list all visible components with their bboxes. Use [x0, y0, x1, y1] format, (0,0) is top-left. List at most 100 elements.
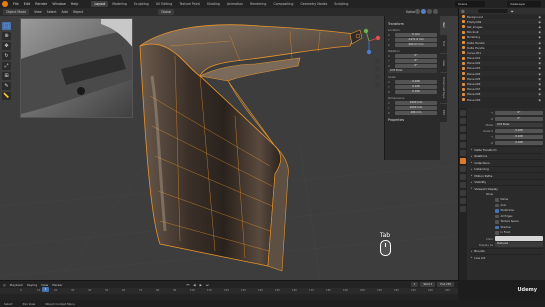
render-props-icon[interactable]	[460, 118, 466, 124]
cursor-tool-icon[interactable]: ⊕	[2, 32, 11, 40]
scale-tool-icon[interactable]: ⤢	[2, 62, 11, 70]
checkbox[interactable]	[495, 225, 499, 229]
transform-orientation-dropdown[interactable]: Global	[158, 9, 175, 15]
end-frame-field[interactable]: End 250	[437, 282, 454, 287]
checkbox[interactable]	[495, 214, 499, 218]
measure-tool-icon[interactable]: 📏	[2, 92, 11, 100]
world-props-icon[interactable]	[460, 150, 466, 156]
scale-x-prop-field[interactable]: 0.108	[495, 128, 543, 134]
rotation-x-field[interactable]: 0°	[395, 54, 437, 58]
display-as-dropdown[interactable]: Textured	[495, 242, 543, 247]
scale-z-prop-field[interactable]: 0.108	[495, 140, 543, 146]
location-y-field[interactable]: -1471.9 mm	[395, 38, 437, 42]
rotation-y-field[interactable]: 0°	[395, 59, 437, 63]
visibility-eye-icon[interactable]: ◉	[538, 30, 541, 34]
tab-tool[interactable]: Tool	[440, 35, 447, 53]
outliner-item[interactable]: Plane.009 ◉	[459, 97, 545, 102]
view-layer-props-icon[interactable]	[460, 134, 466, 140]
rotation-z-field[interactable]: 0°	[395, 64, 437, 68]
location-x-field[interactable]: 0 mm	[395, 33, 437, 37]
visibility-eye-icon[interactable]: ◉	[538, 82, 541, 86]
transform-header[interactable]: Transform	[388, 22, 437, 26]
scale-y-field[interactable]: 0.108	[395, 85, 437, 89]
visibility-eye-icon[interactable]: ◉	[538, 56, 541, 60]
visibility-eye-icon[interactable]: ◉	[538, 20, 541, 24]
solid-shading-icon[interactable]	[421, 9, 426, 14]
start-frame-field[interactable]: Start 1	[420, 282, 436, 287]
grid-view-icon[interactable]	[374, 82, 380, 88]
scale-y-prop-field[interactable]: 0.108	[495, 134, 543, 140]
visibility-eye-icon[interactable]: ◉	[538, 77, 541, 81]
line-art-section[interactable]: Line Art	[471, 254, 543, 261]
menu-window[interactable]: Window	[52, 2, 65, 6]
visibility-eye-icon[interactable]: ◉	[538, 72, 541, 76]
visibility-eye-icon[interactable]: ◉	[538, 51, 541, 55]
zoom-icon[interactable]	[374, 58, 380, 64]
scale-z-field[interactable]: 0.108	[395, 90, 437, 94]
menu-view-timeline[interactable]: View	[41, 283, 48, 287]
play-icon[interactable]: ▶	[200, 283, 202, 287]
dimensions-y-field[interactable]: 1000 mm	[395, 106, 437, 110]
tab-compositing[interactable]: Compositing	[270, 1, 296, 7]
material-props-icon[interactable]	[460, 206, 466, 212]
menu-marker[interactable]: Marker	[52, 283, 62, 287]
current-frame-marker[interactable]: 1	[42, 287, 49, 292]
timeline-ruler[interactable]: 0 10 20 30 40 50 60 70 80 90 100 110 120 130 140 150 160…	[0, 288, 458, 294]
tab-screencast-keys[interactable]: Screencast Keys	[440, 73, 447, 103]
material-shading-icon[interactable]	[427, 9, 432, 14]
menu-render[interactable]: Render	[35, 2, 47, 6]
blender-logo-icon[interactable]	[2, 1, 8, 7]
menu-select[interactable]: Select	[47, 10, 57, 14]
menu-add[interactable]: Add	[62, 10, 68, 14]
visibility-eye-icon[interactable]: ◉	[538, 61, 541, 65]
rendered-shading-icon[interactable]	[433, 9, 438, 14]
checkbox[interactable]	[495, 220, 499, 224]
modifier-props-icon[interactable]	[460, 166, 466, 172]
jump-end-icon[interactable]: ⏭	[206, 283, 209, 287]
location-z-field[interactable]: 984.57 mm	[395, 43, 437, 47]
visibility-eye-icon[interactable]: ◉	[538, 35, 541, 39]
tab-modeling[interactable]: Modeling	[109, 1, 130, 7]
tab-sculpting[interactable]: Sculpting	[131, 1, 152, 7]
menu-keying[interactable]: Keying	[27, 283, 37, 287]
visibility-eye-icon[interactable]: ◉	[538, 98, 541, 102]
scale-x-field[interactable]: 0.108	[395, 80, 437, 84]
color-swatch[interactable]	[495, 236, 543, 241]
checkbox[interactable]	[495, 209, 499, 213]
tab-view[interactable]: View	[440, 54, 447, 72]
checkbox[interactable]	[495, 231, 499, 235]
scene-selector[interactable]: Scene	[455, 1, 485, 7]
outliner-search-input[interactable]	[477, 9, 508, 13]
tab-geometry-nodes[interactable]: Geometry Nodes	[297, 1, 330, 7]
tab-animation[interactable]: Animation	[224, 1, 246, 7]
visibility-eye-icon[interactable]: ◉	[538, 66, 541, 70]
tab-layout[interactable]: Layout	[91, 1, 109, 7]
dimensions-z-field[interactable]: 186 mm	[395, 111, 437, 115]
constraints-props-icon[interactable]	[460, 190, 466, 196]
filter-icon[interactable]: ⏷	[511, 9, 514, 14]
checkbox[interactable]	[495, 203, 499, 207]
tab-uv-editing[interactable]: UV Editing	[153, 1, 176, 7]
physics-props-icon[interactable]	[460, 182, 466, 188]
visibility-eye-icon[interactable]: ◉	[538, 25, 541, 29]
tab-shading[interactable]: Shading	[204, 1, 223, 7]
menu-help[interactable]: Help	[71, 2, 79, 6]
menu-edit[interactable]: Edit	[24, 2, 31, 6]
rotation-mode-prop-dropdown[interactable]: XYZ Euler	[495, 122, 543, 128]
navigation-gizmo[interactable]	[356, 26, 382, 56]
menu-playback[interactable]: Playback	[10, 283, 23, 287]
annotate-tool-icon[interactable]: ✎	[2, 82, 11, 90]
mode-dropdown[interactable]: Object Mode	[3, 9, 30, 15]
output-props-icon[interactable]	[460, 126, 466, 132]
properties-header[interactable]: Properties	[388, 118, 437, 122]
menu-view[interactable]: View	[34, 10, 42, 14]
menu-object[interactable]: Object	[73, 10, 83, 14]
view-layer-selector[interactable]: ViewLayer	[507, 1, 541, 7]
tab-scripting[interactable]: Scripting	[331, 1, 351, 7]
rotation-mode-dropdown[interactable]: XYZ Euler	[388, 69, 437, 73]
visibility-eye-icon[interactable]: ◉	[538, 15, 541, 19]
rotation-y-prop-field[interactable]: 0°	[495, 110, 543, 116]
particles-props-icon[interactable]	[460, 174, 466, 180]
visibility-eye-icon[interactable]: ◉	[538, 87, 541, 91]
rotation-z-prop-field[interactable]: 0°	[495, 116, 543, 122]
